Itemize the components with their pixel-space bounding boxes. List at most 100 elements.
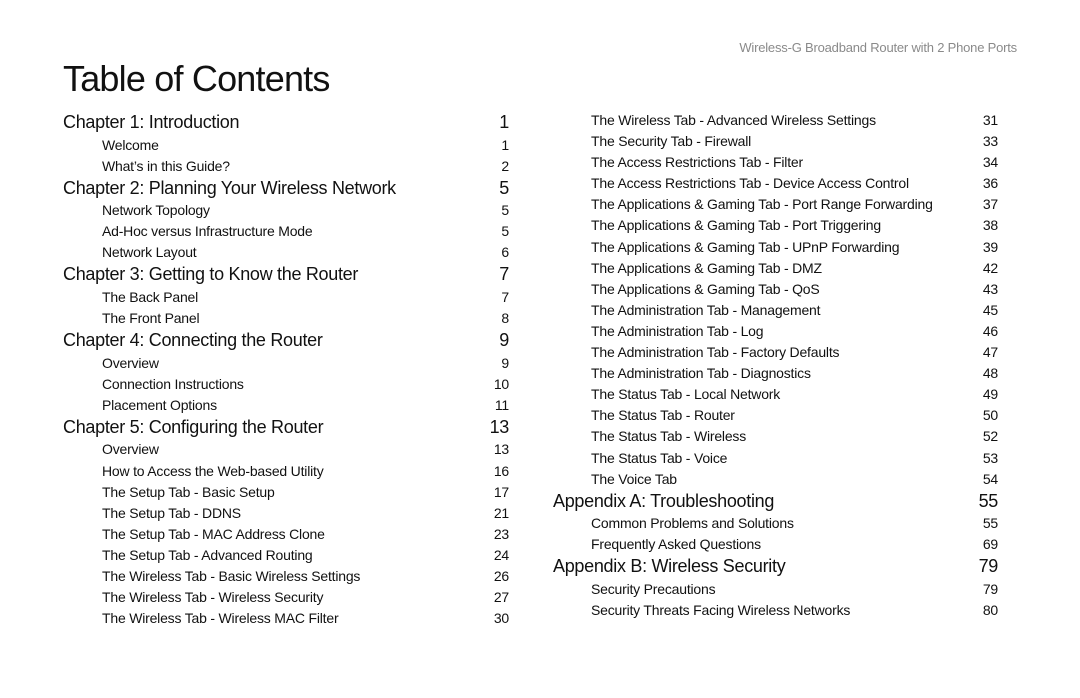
toc-section-entry[interactable]: The Setup Tab - DDNS 21 [63, 503, 509, 524]
toc-section-entry[interactable]: Overview 9 [63, 353, 509, 374]
page-number: 17 [493, 483, 509, 500]
toc-chapter-entry[interactable]: Chapter 1: Introduction 1 [63, 111, 509, 135]
section-title: The Administration Tab - Diagnostics [591, 365, 811, 382]
page-number: 53 [982, 449, 998, 466]
page-number: 36 [982, 175, 998, 192]
toc-section-entry[interactable]: Network Topology 5 [63, 200, 509, 221]
toc-section-entry[interactable]: The Applications & Gaming Tab - Port Tri… [553, 215, 998, 236]
toc-section-entry[interactable]: The Applications & Gaming Tab - UPnP For… [553, 237, 998, 258]
toc-section-entry[interactable]: The Status Tab - Voice 53 [553, 448, 998, 469]
toc-chapter-entry[interactable]: Appendix A: Troubleshooting 55 [553, 490, 998, 514]
page-number: 79 [978, 556, 999, 577]
section-title: Security Precautions [591, 580, 716, 597]
page-number: 8 [501, 310, 509, 327]
toc-section-entry[interactable]: Network Layout 6 [63, 242, 509, 263]
toc-section-entry[interactable]: The Administration Tab - Factory Default… [553, 342, 998, 363]
toc-section-entry[interactable]: Overview 13 [63, 439, 509, 460]
toc-section-entry[interactable]: The Back Panel 7 [63, 287, 509, 308]
toc-section-entry[interactable]: The Status Tab - Local Network 49 [553, 384, 998, 405]
section-title: Network Layout [102, 244, 197, 261]
toc-section-entry[interactable]: The Administration Tab - Management 45 [553, 300, 998, 321]
toc-section-entry[interactable]: Common Problems and Solutions 55 [553, 513, 998, 534]
page-number: 30 [493, 610, 509, 627]
toc-section-entry[interactable]: The Front Panel 8 [63, 308, 509, 329]
page-number: 11 [494, 396, 509, 413]
section-title: The Applications & Gaming Tab - Port Ran… [591, 196, 933, 213]
toc-section-entry[interactable]: The Applications & Gaming Tab - Port Ran… [553, 194, 998, 215]
page-number: 13 [493, 441, 509, 458]
toc-section-entry[interactable]: Frequently Asked Questions 69 [553, 534, 998, 555]
toc-section-entry[interactable]: The Setup Tab - Basic Setup 17 [63, 482, 509, 503]
toc-section-entry[interactable]: How to Access the Web-based Utility 16 [63, 461, 509, 482]
toc-section-entry[interactable]: What’s in this Guide? 2 [63, 156, 509, 177]
section-title: The Wireless Tab - Advanced Wireless Set… [591, 112, 876, 128]
toc-section-entry[interactable]: Ad-Hoc versus Infrastructure Mode 5 [63, 221, 509, 242]
page-number: 50 [982, 407, 998, 424]
page-number: 7 [499, 264, 509, 285]
section-title: The Administration Tab - Management [591, 301, 821, 318]
toc-section-entry[interactable]: The Applications & Gaming Tab - DMZ 42 [553, 258, 998, 279]
toc-chapter-entry[interactable]: Chapter 4: Connecting the Router 9 [63, 329, 509, 353]
page-number: 69 [982, 536, 998, 553]
page-number: 6 [501, 244, 509, 261]
page-number: 31 [982, 112, 998, 128]
section-title: The Setup Tab - Basic Setup [102, 483, 275, 500]
section-title: Connection Instructions [102, 375, 244, 392]
page-number: 1 [499, 112, 509, 132]
section-title: The Front Panel [102, 310, 200, 327]
section-title: The Access Restrictions Tab - Device Acc… [591, 175, 909, 192]
page-number: 39 [982, 238, 998, 255]
toc-section-entry[interactable]: The Access Restrictions Tab - Filter 34 [553, 152, 998, 173]
page-number: 37 [982, 196, 998, 213]
toc-section-entry[interactable]: Security Precautions 79 [553, 579, 998, 600]
page-number: 13 [489, 416, 510, 437]
toc-section-entry[interactable]: The Wireless Tab - Wireless Security 27 [63, 587, 509, 608]
running-header: Wireless-G Broadband Router with 2 Phone… [739, 40, 1017, 55]
page-number: 38 [982, 217, 998, 234]
chapter-title: Appendix A: Troubleshooting [553, 490, 775, 511]
toc-section-entry[interactable]: Security Threats Facing Wireless Network… [553, 600, 998, 621]
toc-section-entry[interactable]: The Wireless Tab - Wireless MAC Filter 30 [63, 608, 509, 629]
toc-section-entry[interactable]: The Security Tab - Firewall 33 [553, 131, 998, 152]
toc-section-entry[interactable]: The Administration Tab - Diagnostics 48 [553, 363, 998, 384]
toc-section-entry[interactable]: The Setup Tab - Advanced Routing 24 [63, 545, 509, 566]
toc-section-entry[interactable]: Placement Options 11 [63, 395, 509, 416]
toc-section-entry[interactable]: Connection Instructions 10 [63, 374, 509, 395]
page-number: 52 [982, 428, 998, 445]
toc-section-entry[interactable]: The Access Restrictions Tab - Device Acc… [553, 173, 998, 194]
section-title: The Applications & Gaming Tab - DMZ [591, 259, 822, 276]
section-title: Network Topology [102, 202, 210, 219]
section-title: The Setup Tab - DDNS [102, 504, 241, 521]
toc-section-entry[interactable]: The Status Tab - Wireless 52 [553, 426, 998, 447]
toc-left-column: Chapter 1: Introduction 1 Welcome 1 What’s i… [63, 110, 509, 629]
page-number: 55 [978, 490, 999, 511]
page-number: 80 [982, 601, 998, 618]
page-number: 21 [493, 504, 509, 521]
toc-section-entry[interactable]: The Applications & Gaming Tab - QoS 43 [553, 279, 998, 300]
page-number: 42 [982, 259, 998, 276]
page-number: 45 [982, 301, 998, 318]
section-title: The Setup Tab - Advanced Routing [102, 546, 313, 563]
toc-section-entry[interactable]: The Wireless Tab - Advanced Wireless Set… [553, 110, 998, 131]
toc-chapter-entry[interactable]: Chapter 3: Getting to Know the Router 7 [63, 263, 509, 287]
section-title: Placement Options [102, 396, 217, 413]
chapter-title: Chapter 3: Getting to Know the Router [63, 264, 359, 285]
page-number: 24 [493, 546, 509, 563]
section-title: The Applications & Gaming Tab - UPnP For… [591, 238, 900, 255]
toc-section-entry[interactable]: The Status Tab - Router 50 [553, 405, 998, 426]
toc-right-column: The Wireless Tab - Advanced Wireless Set… [553, 110, 998, 621]
toc-section-entry[interactable]: The Wireless Tab - Basic Wireless Settin… [63, 566, 509, 587]
toc-section-entry[interactable]: The Voice Tab 54 [553, 469, 998, 490]
toc-section-entry[interactable]: The Administration Tab - Log 46 [553, 321, 998, 342]
section-title: Frequently Asked Questions [591, 536, 761, 553]
section-title: The Security Tab - Firewall [591, 133, 752, 150]
chapter-title: Appendix B: Wireless Security [553, 556, 786, 577]
toc-chapter-entry[interactable]: Chapter 5: Configuring the Router 13 [63, 416, 509, 440]
toc-section-entry[interactable]: The Setup Tab - MAC Address Clone 23 [63, 524, 509, 545]
toc-chapter-entry[interactable]: Chapter 2: Planning Your Wireless Networ… [63, 177, 509, 201]
toc-section-entry[interactable]: Welcome 1 [63, 135, 509, 156]
toc-chapter-entry[interactable]: Appendix B: Wireless Security 79 [553, 555, 998, 579]
section-title: Ad-Hoc versus Infrastructure Mode [102, 223, 313, 240]
page-number: 16 [493, 462, 509, 479]
page-number: 7 [501, 288, 509, 305]
